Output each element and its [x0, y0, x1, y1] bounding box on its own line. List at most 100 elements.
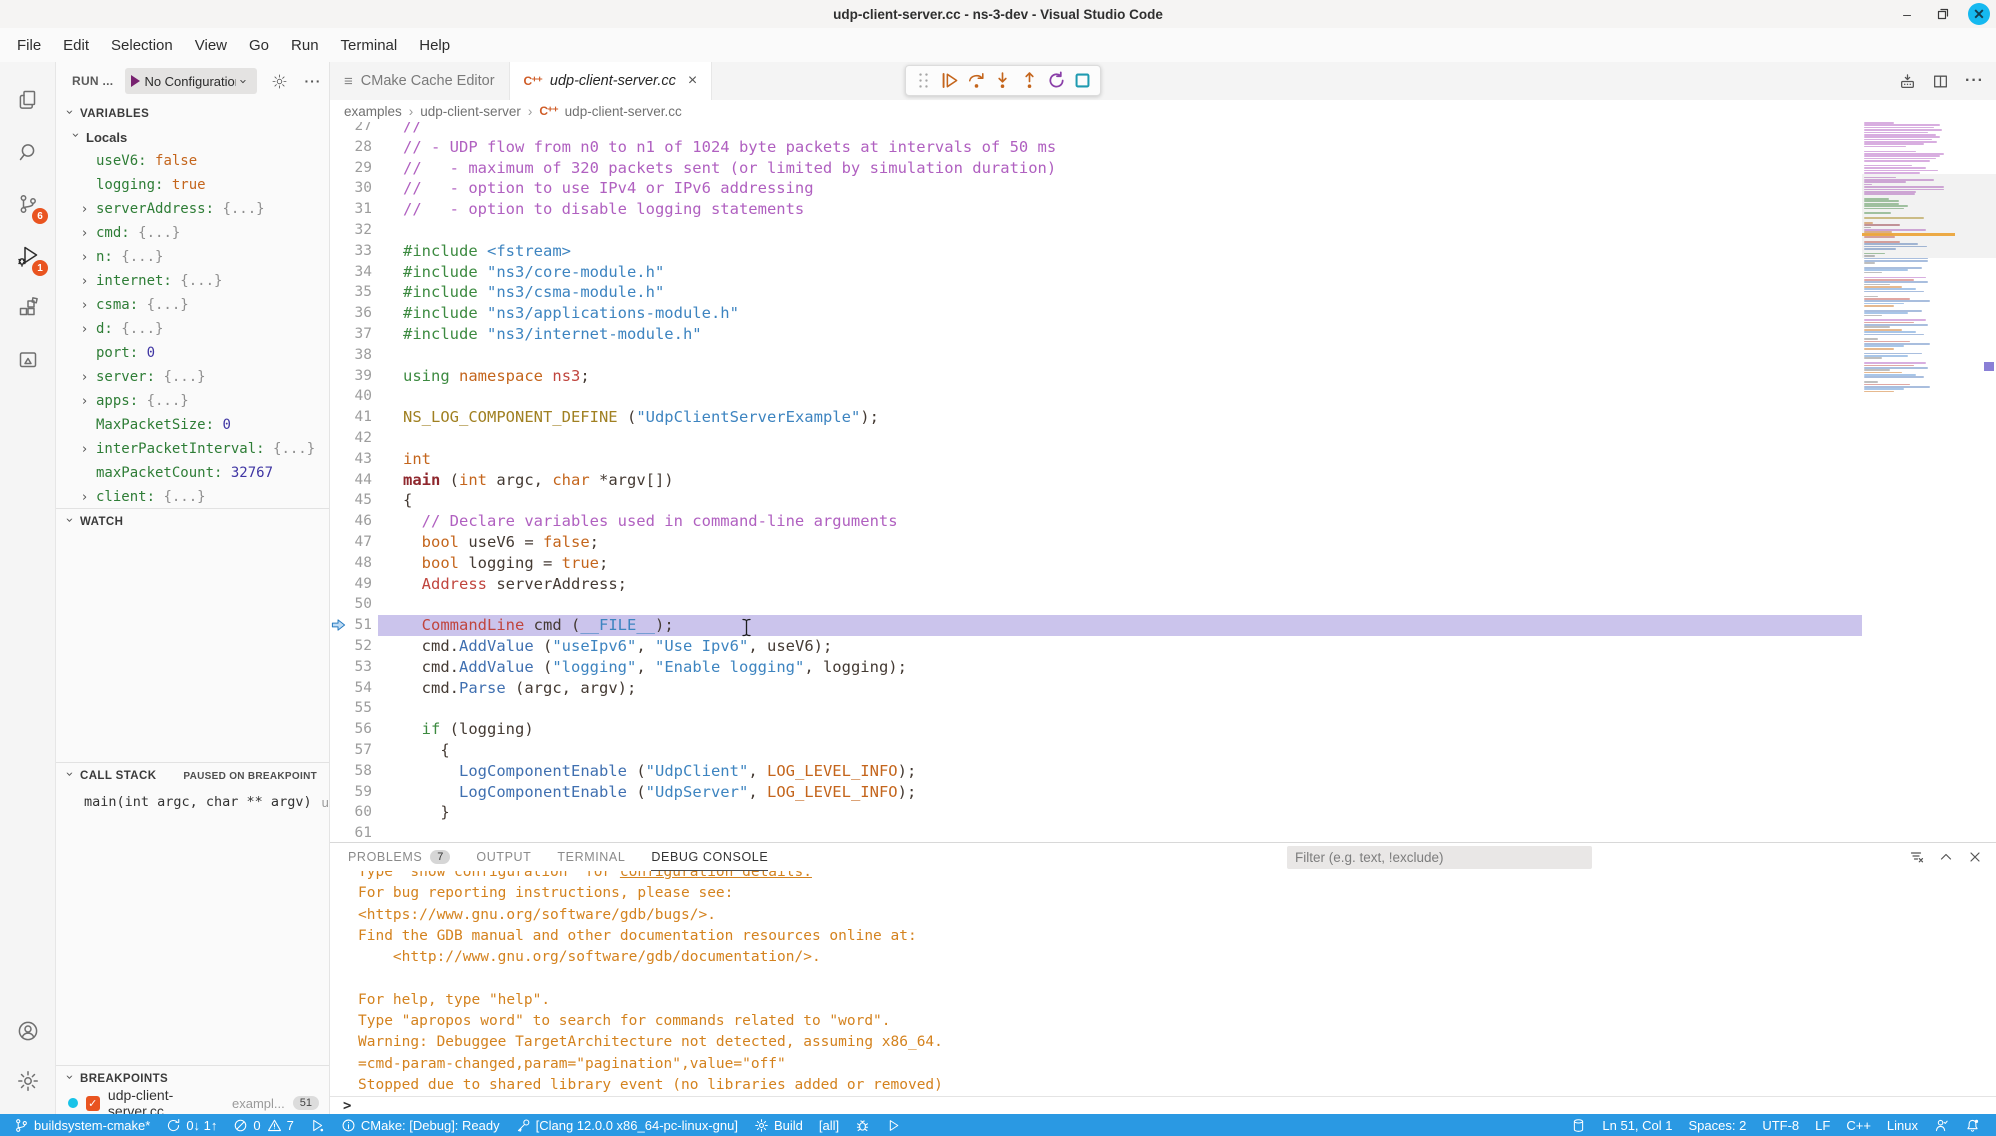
warning-count[interactable]: 7 — [259, 1114, 302, 1136]
sidebar-item-search[interactable] — [0, 128, 56, 176]
code-line[interactable]: 47 bool useV6 = false; — [330, 532, 1862, 553]
encoding[interactable]: UTF-8 — [1754, 1114, 1807, 1136]
gutter[interactable]: 41 — [330, 407, 378, 428]
debug-launch[interactable] — [302, 1114, 333, 1136]
gutter[interactable]: 27 — [330, 122, 378, 137]
step-out-button[interactable] — [1020, 71, 1039, 90]
console-filter-input[interactable] — [1287, 846, 1592, 869]
sidebar-item-explorer[interactable] — [0, 76, 56, 124]
gutter[interactable]: 34 — [330, 262, 378, 283]
code-line[interactable]: 42 — [330, 428, 1862, 449]
gutter[interactable]: 45 — [330, 490, 378, 511]
gutter[interactable]: 46 — [330, 511, 378, 532]
sidebar-item-extensions[interactable] — [0, 284, 56, 332]
gutter[interactable]: 61 — [330, 823, 378, 842]
variable-row[interactable]: ›n: {...} — [56, 245, 329, 269]
breadcrumb-item[interactable]: udp-client-server.cc — [565, 104, 682, 119]
code-line[interactable]: 56 if (logging) — [330, 719, 1862, 740]
panel-tab-problems[interactable]: PROBLEMS7 — [348, 843, 450, 871]
variable-row[interactable]: ›cmd: {...} — [56, 221, 329, 245]
menu-help[interactable]: Help — [408, 28, 461, 62]
code-line[interactable]: 54 cmd.Parse (argc, argv); — [330, 678, 1862, 699]
menu-edit[interactable]: Edit — [52, 28, 100, 62]
menu-file[interactable]: File — [6, 28, 52, 62]
variable-row[interactable]: logging: true — [56, 173, 329, 197]
gutter[interactable]: 39 — [330, 366, 378, 387]
gutter[interactable]: 29 — [330, 158, 378, 179]
variables-section-header[interactable]: › VARIABLES — [56, 103, 329, 125]
code-line[interactable]: 50 — [330, 594, 1862, 615]
watch-section-header[interactable]: › WATCH — [56, 511, 329, 533]
split-editor-icon[interactable] — [1932, 73, 1949, 90]
panel-tab-terminal[interactable]: TERMINAL — [557, 843, 625, 871]
gutter[interactable]: 54 — [330, 678, 378, 699]
indentation[interactable]: Spaces: 2 — [1681, 1114, 1755, 1136]
step-into-button[interactable] — [993, 71, 1012, 90]
code-line[interactable]: 29// - maximum of 320 packets sent (or l… — [330, 158, 1862, 179]
code-line[interactable]: 41NS_LOG_COMPONENT_DEFINE ("UdpClientSer… — [330, 407, 1862, 428]
minimap-viewport[interactable] — [1862, 174, 1996, 258]
code-line[interactable]: 59 LogComponentEnable ("UdpServer", LOG_… — [330, 782, 1862, 803]
debug-config-dropdown[interactable]: No Configurations › — [125, 68, 257, 94]
close-panel-icon[interactable] — [1967, 849, 1983, 865]
menu-terminal[interactable]: Terminal — [330, 28, 409, 62]
breakpoint-checkbox[interactable]: ✓ — [86, 1096, 100, 1111]
code-line[interactable]: 34#include "ns3/core-module.h" — [330, 262, 1862, 283]
variable-row[interactable]: maxPacketCount: 32767 — [56, 461, 329, 485]
cmake-status[interactable]: CMake: [Debug]: Ready — [333, 1114, 508, 1136]
gutter[interactable]: 60 — [330, 802, 378, 823]
settings-button[interactable] — [0, 1057, 56, 1105]
account-button[interactable] — [0, 1007, 56, 1055]
feedback[interactable] — [1926, 1114, 1957, 1136]
tray-download-icon[interactable] — [1899, 73, 1916, 90]
variable-row[interactable]: port: 0 — [56, 341, 329, 365]
start-debug-icon[interactable] — [131, 75, 140, 87]
code-line[interactable]: 44main (int argc, char *argv[]) — [330, 470, 1862, 491]
code-line[interactable]: 48 bool logging = true; — [330, 553, 1862, 574]
code-line[interactable]: 61 — [330, 823, 1862, 842]
clear-console-icon[interactable] — [1909, 849, 1925, 865]
code-line[interactable]: 55 — [330, 698, 1862, 719]
code-line[interactable]: 35#include "ns3/csma-module.h" — [330, 282, 1862, 303]
gutter[interactable]: 56 — [330, 719, 378, 740]
gutter[interactable]: 37 — [330, 324, 378, 345]
gutter[interactable]: 55 — [330, 698, 378, 719]
panel-tab-debug-console[interactable]: DEBUG CONSOLE — [651, 843, 768, 871]
sidebar-item-source-control[interactable]: 6 — [0, 180, 56, 228]
code-line[interactable]: 58 LogComponentEnable ("UdpClient", LOG_… — [330, 761, 1862, 782]
code-area[interactable]: 27//28// - UDP flow from n0 to n1 of 102… — [330, 122, 1862, 842]
cmake-debug[interactable] — [847, 1114, 878, 1136]
menu-selection[interactable]: Selection — [100, 28, 184, 62]
gutter[interactable]: 43 — [330, 449, 378, 470]
gutter[interactable]: 32 — [330, 220, 378, 241]
gutter[interactable]: 40 — [330, 386, 378, 407]
code-line[interactable]: 33#include <fstream> — [330, 241, 1862, 262]
code-line[interactable]: 36#include "ns3/applications-module.h" — [330, 303, 1862, 324]
variable-row[interactable]: ›apps: {...} — [56, 389, 329, 413]
code-line[interactable]: 53 cmd.AddValue ("logging", "Enable logg… — [330, 657, 1862, 678]
code-line[interactable]: 38 — [330, 345, 1862, 366]
code-line[interactable]: 46 // Declare variables used in command-… — [330, 511, 1862, 532]
cursor-position[interactable]: Ln 51, Col 1 — [1594, 1114, 1680, 1136]
variable-row[interactable]: ›serverAddress: {...} — [56, 197, 329, 221]
variable-row[interactable]: ›server: {...} — [56, 365, 329, 389]
gutter[interactable]: 47 — [330, 532, 378, 553]
gutter[interactable]: 51 — [330, 615, 378, 636]
sidebar-item-run-debug[interactable]: 1 — [0, 232, 56, 280]
gutter[interactable]: 38 — [330, 345, 378, 366]
language-mode[interactable]: C++ — [1838, 1114, 1879, 1136]
database-status[interactable] — [1563, 1114, 1594, 1136]
variable-row[interactable]: ›client: {...} — [56, 485, 329, 509]
minimize-icon[interactable]: – — [1896, 3, 1918, 25]
close-tab-icon[interactable]: × — [688, 72, 697, 90]
gutter[interactable]: 36 — [330, 303, 378, 324]
gutter[interactable]: 28 — [330, 137, 378, 158]
tab-cmake-cache-editor[interactable]: ≡CMake Cache Editor — [330, 62, 510, 100]
cmake-target[interactable]: [all] — [811, 1114, 847, 1136]
breadcrumb-item[interactable]: udp-client-server — [420, 104, 521, 119]
sidebar-item-cmake[interactable] — [0, 336, 56, 384]
code-line[interactable]: 37#include "ns3/internet-module.h" — [330, 324, 1862, 345]
restart-button[interactable] — [1047, 71, 1066, 90]
close-icon[interactable]: ✕ — [1968, 3, 1990, 25]
gutter[interactable]: 35 — [330, 282, 378, 303]
